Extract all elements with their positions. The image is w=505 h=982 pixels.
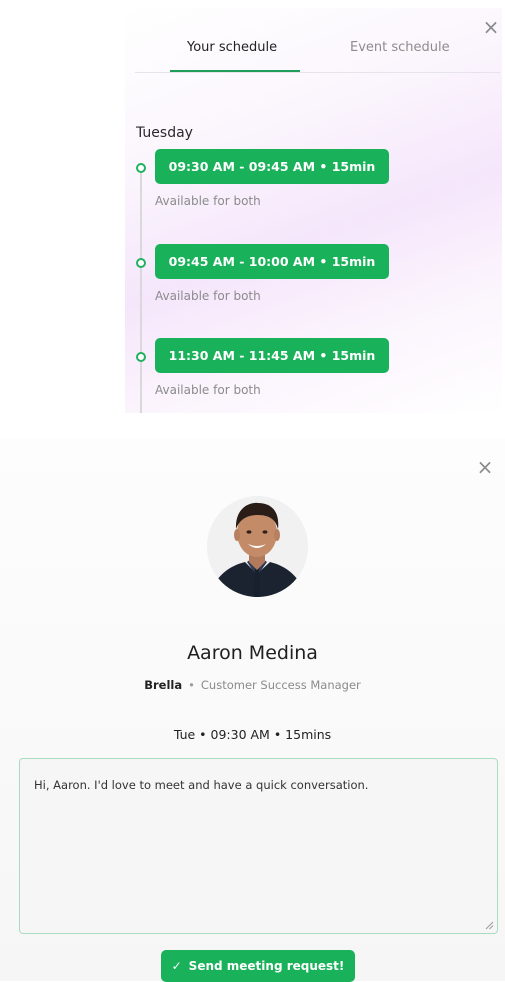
person-name: Aaron Medina <box>187 642 318 664</box>
slot-availability: Available for both <box>155 194 261 208</box>
timeline-dot <box>136 258 146 268</box>
tab-event-schedule[interactable]: Event schedule <box>350 40 450 55</box>
time-slot-button[interactable]: 09:45 AM - 10:00 AM • 15min <box>155 244 389 279</box>
close-icon[interactable]: × <box>476 457 494 477</box>
job-title: Customer Success Manager <box>200 678 361 692</box>
person-subline: Brella • Customer Success Manager <box>0 678 505 692</box>
time-slot-button[interactable]: 09:30 AM - 09:45 AM • 15min <box>155 149 389 184</box>
tab-your-schedule[interactable]: Your schedule <box>187 40 277 55</box>
message-textarea[interactable]: Hi, Aaron. I'd love to meet and have a q… <box>19 758 498 934</box>
resize-handle-icon[interactable] <box>485 921 494 930</box>
slot-availability: Available for both <box>155 289 261 303</box>
message-text: Hi, Aaron. I'd love to meet and have a q… <box>34 778 369 792</box>
active-tab-indicator <box>170 70 300 72</box>
company-name: Brella <box>144 678 183 692</box>
time-slot-button[interactable]: 11:30 AM - 11:45 AM • 15min <box>155 338 389 373</box>
slot-availability: Available for both <box>155 383 261 397</box>
meeting-time-summary: Tue • 09:30 AM • 15mins <box>173 727 332 742</box>
person-photo <box>207 496 308 597</box>
timeline-dot <box>136 352 146 362</box>
timeline-dot <box>136 163 146 173</box>
send-button-label: Send meeting request! <box>188 959 345 973</box>
schedule-panel: × Your schedule Event schedule Tuesday 0… <box>125 8 502 413</box>
meeting-request-panel: × Aaron Medina Brella • Customer Success… <box>0 438 505 982</box>
day-label: Tuesday <box>136 125 193 141</box>
timeline-line <box>140 168 142 413</box>
check-icon: ✓ <box>171 959 182 973</box>
send-meeting-request-button[interactable]: ✓ Send meeting request! <box>161 950 355 982</box>
avatar <box>207 496 308 597</box>
schedule-tabs: Your schedule Event schedule <box>135 34 500 73</box>
separator-dot: • <box>188 678 195 692</box>
